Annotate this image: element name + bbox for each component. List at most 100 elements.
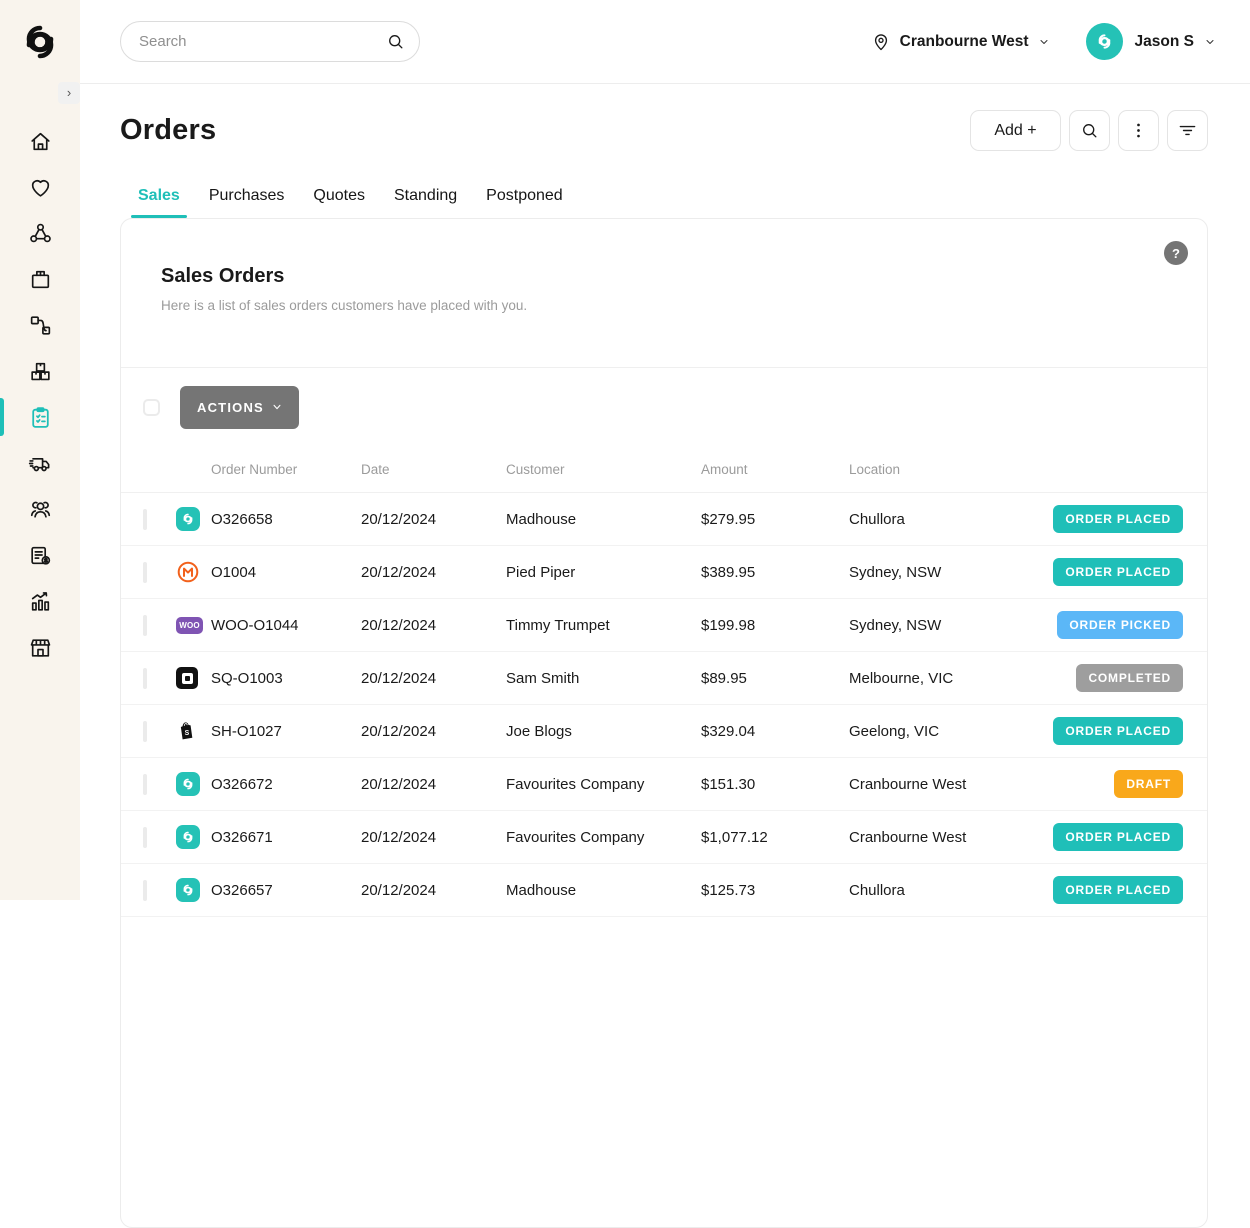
table-row[interactable]: O1004 20/12/2024 Pied Piper $389.95 Sydn… [121,546,1207,599]
sidebar-item-deliveries[interactable] [0,440,80,486]
order-location: Cranbourne West [849,829,1053,846]
svg-text:S: S [185,730,190,737]
table-header-row: Order NumberDateCustomerAmountLocation [121,446,1207,493]
sidebar-item-store[interactable] [0,624,80,670]
order-number[interactable]: WOO-O1044 [211,617,361,634]
status-badge: ORDER PLACED [1053,717,1183,745]
order-location: Sydney, NSW [849,617,1057,634]
location-chevron-icon [1038,36,1050,48]
page-title: Orders [120,114,216,147]
tab-purchases[interactable]: Purchases [209,187,285,218]
order-customer: Sam Smith [506,670,701,687]
order-customer: Pied Piper [506,564,701,581]
column-header-location: Location [849,462,1183,477]
row-checkbox[interactable] [143,668,147,689]
square-icon [176,667,198,689]
home-icon [28,129,53,154]
order-location: Chullora [849,882,1053,899]
sidebar-item-products[interactable] [0,256,80,302]
table-row[interactable]: O326658 20/12/2024 Madhouse $279.95 Chul… [121,493,1207,546]
column-header-order-number: Order Number [211,462,361,477]
sidebar-item-supply-chain[interactable] [0,302,80,348]
sidebar-item-home[interactable] [0,118,80,164]
more-options-button[interactable] [1118,110,1159,151]
select-all-checkbox[interactable] [143,399,160,416]
search-orders-button[interactable] [1069,110,1110,151]
sidebar [0,0,80,900]
row-checkbox[interactable] [143,774,147,795]
sales-orders-card: Sales Orders Here is a list of sales ord… [120,218,1208,1228]
table-row[interactable]: SQ-O1003 20/12/2024 Sam Smith $89.95 Mel… [121,652,1207,705]
user-avatar[interactable] [1086,23,1123,60]
sidebar-item-invoices[interactable] [0,532,80,578]
order-amount: $279.95 [701,511,849,528]
order-date: 20/12/2024 [361,670,506,687]
order-number[interactable]: SH-O1027 [211,723,361,740]
order-location: Chullora [849,511,1053,528]
actions-dropdown-button[interactable]: ACTIONS [180,386,299,429]
table-row[interactable]: O326671 20/12/2024 Favourites Company $1… [121,811,1207,864]
sidebar-item-favourites[interactable] [0,164,80,210]
app-source-icon [176,878,200,902]
row-checkbox[interactable] [143,509,147,530]
order-customer: Favourites Company [506,829,701,846]
sidebar-item-network[interactable] [0,210,80,256]
row-checkbox[interactable] [143,880,147,901]
tab-sales[interactable]: Sales [138,187,180,218]
column-header-amount: Amount [701,462,849,477]
tab-postponed[interactable]: Postponed [486,187,563,218]
row-checkbox[interactable] [143,615,147,636]
order-date: 20/12/2024 [361,723,506,740]
order-number[interactable]: SQ-O1003 [211,670,361,687]
order-date: 20/12/2024 [361,776,506,793]
tab-standing[interactable]: Standing [394,187,457,218]
sidebar-item-orders[interactable] [0,394,80,440]
search-input[interactable] [139,33,386,50]
chart-icon [28,589,53,614]
table-row[interactable]: O326672 20/12/2024 Favourites Company $1… [121,758,1207,811]
main-content: Orders Add + Sales Purchases Quotes Standin… [80,84,1250,1228]
table-row[interactable]: S SH-O1027 20/12/2024 Joe Blogs $329.04 … [121,705,1207,758]
order-tabs: Sales Purchases Quotes Standing Postponed [120,187,1208,218]
search-icon[interactable] [386,32,405,51]
global-search[interactable] [120,21,420,62]
tab-quotes[interactable]: Quotes [313,187,365,218]
brand-logo[interactable] [0,0,80,84]
add-button[interactable]: Add + [970,110,1061,151]
status-badge: ORDER PLACED [1053,823,1183,851]
chevron-down-icon [272,402,282,412]
order-number[interactable]: O326672 [211,776,361,793]
order-number[interactable]: O1004 [211,564,361,581]
orders-table-body: O326658 20/12/2024 Madhouse $279.95 Chul… [121,493,1207,917]
sidebar-collapse-button[interactable]: › [58,82,80,104]
order-amount: $89.95 [701,670,849,687]
filter-button[interactable] [1167,110,1208,151]
order-number[interactable]: O326657 [211,882,361,899]
order-amount: $125.73 [701,882,849,899]
top-header: Cranbourne West Jason S [80,0,1250,84]
stacked-boxes-icon [28,359,53,384]
order-location: Sydney, NSW [849,564,1053,581]
kebab-menu-icon [1129,121,1148,140]
sidebar-item-customers[interactable] [0,486,80,532]
row-checkbox[interactable] [143,827,147,848]
row-checkbox[interactable] [143,721,147,742]
row-checkbox[interactable] [143,562,147,583]
help-button[interactable]: ? [1164,241,1188,265]
status-badge: COMPLETED [1076,664,1183,692]
package-icon [28,267,53,292]
table-row[interactable]: WOO WOO-O1044 20/12/2024 Timmy Trumpet $… [121,599,1207,652]
actions-label: ACTIONS [197,400,264,415]
people-icon [28,497,53,522]
table-row[interactable]: O326657 20/12/2024 Madhouse $125.73 Chul… [121,864,1207,917]
user-menu[interactable]: Jason S [1135,33,1216,51]
sidebar-item-reports[interactable] [0,578,80,624]
order-date: 20/12/2024 [361,511,506,528]
supply-chain-icon [28,313,53,338]
sidebar-item-inventory[interactable] [0,348,80,394]
sidebar-nav [0,118,80,670]
location-selector[interactable]: Cranbourne West [871,32,1050,52]
order-number[interactable]: O326658 [211,511,361,528]
location-pin-icon [871,32,891,52]
order-number[interactable]: O326671 [211,829,361,846]
